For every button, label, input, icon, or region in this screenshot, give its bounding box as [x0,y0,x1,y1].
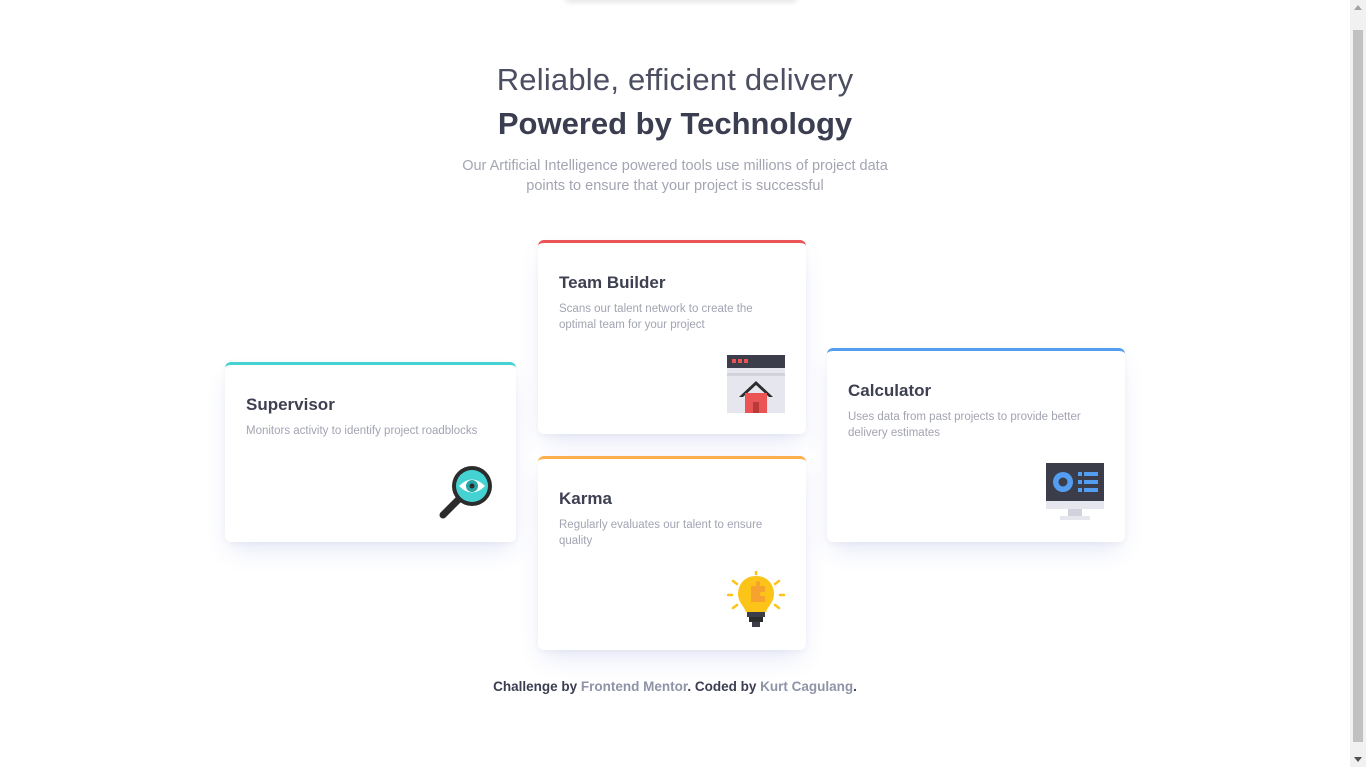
footer-coded-text: . Coded by [687,679,761,694]
card-description: Uses data from past projects to provide … [848,411,1081,439]
card-team-builder: Team Builder Scans our talent network to… [538,240,806,434]
card-title: Karma [559,489,612,508]
magnifier-eye-icon [439,466,492,519]
card-description: Regularly evaluates our talent to ensure… [559,519,763,547]
attribution-footer: Challenge by Frontend Mentor. Coded by K… [0,679,1350,694]
scroll-down-arrow-icon[interactable] [1354,757,1362,762]
card-calculator: Calculator Uses data from past projects … [827,348,1125,542]
card-title: Supervisor [246,395,335,414]
author-link[interactable]: Kurt Cagulang [760,679,853,694]
card-title: Team Builder [559,273,666,292]
footer-challenge-text: Challenge by [493,679,581,694]
card-supervisor: Supervisor Monitors activity to identify… [225,362,516,542]
lightbulb-puzzle-icon [727,571,785,627]
browser-house-icon [727,355,785,413]
vertical-scrollbar[interactable] [1350,0,1366,767]
card-title: Calculator [848,381,932,400]
scroll-up-arrow-icon[interactable] [1354,5,1362,10]
page-title-bold: Powered by Technology [497,106,853,141]
footer-end-text: . [853,679,857,694]
card-karma: Karma Regularly evaluates our talent to … [538,456,806,650]
monitor-chart-icon [1046,463,1104,520]
frontend-mentor-link[interactable]: Frontend Mentor [581,679,688,694]
page-title-light: Reliable, efficient delivery [496,62,854,97]
page: Reliable, efficient delivery Powered by … [0,0,1366,767]
page-subtitle: Our Artificial Intelligence powered tool… [462,158,888,194]
card-description: Monitors activity to identify project ro… [246,425,478,437]
scrollbar-thumb[interactable] [1353,30,1363,742]
card-description: Scans our talent network to create the o… [559,303,753,331]
